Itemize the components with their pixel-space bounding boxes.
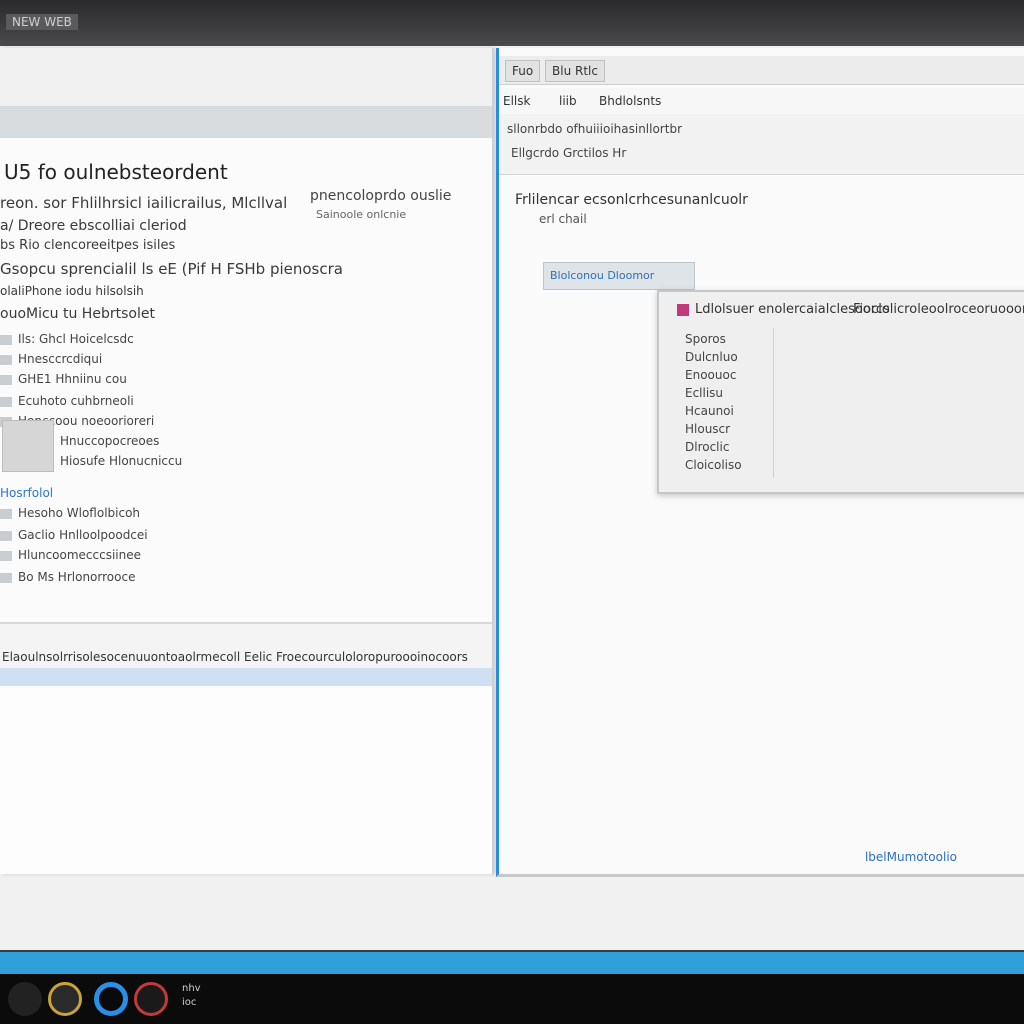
left-window: U5 fo oulnebsteordent reon. sor Fhlilhrs…	[0, 48, 494, 874]
document-title: U5 fo oulnebsteordent	[4, 160, 228, 184]
ribbon: sllonrbdo ofhuiiioihasinllortbr Ellgcrdo…	[499, 114, 1024, 175]
path-field[interactable]: Blolconou Dloomor	[543, 262, 695, 290]
status-text: Elaoulnsolrrisolesocenuuontoaolrmecoll E…	[2, 650, 468, 664]
app-icon[interactable]	[48, 982, 82, 1016]
taskbar-accent-strip	[0, 952, 1024, 974]
file-icon	[0, 396, 12, 407]
list-item[interactable]: Hnesccrcdiqui	[0, 352, 102, 366]
document-line: bs Rio clencoreeitpes isiles	[0, 238, 176, 253]
list-item[interactable]: Gaclio Hnlloolpoodcei	[0, 528, 148, 542]
list-item[interactable]: Sporos	[685, 332, 726, 346]
list-item[interactable]: Cloicoliso	[685, 458, 742, 472]
document-line: reon. sor Fhlilhrsicl iailicrailus, Mlcl…	[0, 194, 288, 212]
left-window-toolbar	[0, 106, 492, 138]
list-item[interactable]: Ils: Ghcl Hoicelcsdc	[0, 332, 134, 346]
taskbar-text: nhv ioc	[182, 983, 201, 1008]
list-item[interactable]: Ecllisu	[685, 386, 723, 400]
list-link[interactable]: Hosrfolol	[0, 486, 53, 500]
tab-view[interactable]: Blu Rtlc	[545, 60, 605, 82]
list-item[interactable]: GHE1 Hhniinu cou	[0, 372, 127, 386]
list-item[interactable]: Ecuhoto cuhbrneoli	[0, 394, 134, 408]
status-strip	[0, 668, 492, 686]
dialog-title-secondary: Fioclolicroleoolroceoruoooreoe	[853, 302, 1024, 317]
properties-dialog: Ldlolsuer enolercaialclesoorcs Fioclolic…	[657, 290, 1024, 494]
pane-heading: Frlilencar ecsonlcrhcesunanlcuolr	[515, 192, 748, 208]
list-item[interactable]: Bo Ms Hrlonorrooce	[0, 570, 135, 584]
app-icon[interactable]	[94, 982, 128, 1016]
list-item[interactable]: Hlouscr	[685, 422, 730, 436]
file-icon	[0, 374, 12, 385]
file-list: Ils: Ghcl Hoicelcsdc Hnesccrcdiqui GHE1 …	[0, 288, 230, 584]
app-icon	[677, 303, 689, 316]
list-item[interactable]: Hcaunoi	[685, 404, 734, 418]
list-item[interactable]: Enoouoc	[685, 368, 736, 382]
file-icon	[0, 334, 12, 345]
file-icon	[0, 572, 12, 583]
list-item[interactable]: Hesoho Wloflolbicoh	[0, 506, 140, 520]
menu-bar: Ellsk liib Bhdlolsnts	[499, 88, 1024, 114]
tab-bar: Fuo Blu Rtlc	[499, 56, 1024, 85]
left-window-titlebar[interactable]	[0, 48, 492, 107]
desktop-title-bar: NEW WEB	[0, 0, 1024, 46]
thumbnail-image	[2, 420, 54, 472]
pane-subheading: erl chail	[539, 212, 587, 226]
tab-file[interactable]: Fuo	[505, 60, 541, 82]
document-line: a/ Dreore ebscolliai cleriod	[0, 218, 187, 234]
start-icon[interactable]	[8, 982, 42, 1016]
side-note-sub: Sainoole onlcnie	[316, 208, 407, 221]
menu-item[interactable]: liib	[559, 94, 577, 108]
file-icon	[0, 508, 12, 519]
desktop-title: NEW WEB	[6, 14, 78, 30]
document-line: Gsopcu sprencialil ls eE (Pif H FSHb pie…	[0, 260, 343, 278]
right-window: Fuo Blu Rtlc Ellsk liib Bhdlolsnts sllon…	[496, 48, 1024, 877]
taskbar: nhv ioc	[0, 974, 1024, 1024]
side-note: pnencoloprdo ouslie	[310, 188, 452, 204]
ribbon-item[interactable]: Ellgcrdo Grctilos Hr	[511, 146, 626, 160]
file-icon	[0, 530, 12, 541]
file-icon	[0, 354, 12, 365]
list-item[interactable]: Dlroclic	[685, 440, 729, 454]
footer-link[interactable]: lbelMumotoolio	[865, 850, 957, 864]
dialog-list: Sporos Dulcnluo Enoouoc Ecllisu Hcaunoi …	[677, 328, 774, 478]
file-icon	[0, 550, 12, 561]
ribbon-item[interactable]: sllonrbdo ofhuiiioihasinllortbr	[507, 122, 682, 136]
app-icon[interactable]	[134, 982, 168, 1016]
list-item[interactable]: Hluncoomecccsiinee	[0, 548, 141, 562]
menu-item[interactable]: Bhdlolsnts	[599, 94, 661, 108]
menu-item[interactable]: Ellsk	[503, 94, 530, 108]
list-item[interactable]: Hnuccopocreoes	[60, 434, 159, 448]
list-item[interactable]: Hiosufe Hlonucniccu	[60, 454, 182, 468]
left-window-blank-area	[0, 688, 492, 874]
list-item[interactable]: Dulcnluo	[685, 350, 738, 364]
